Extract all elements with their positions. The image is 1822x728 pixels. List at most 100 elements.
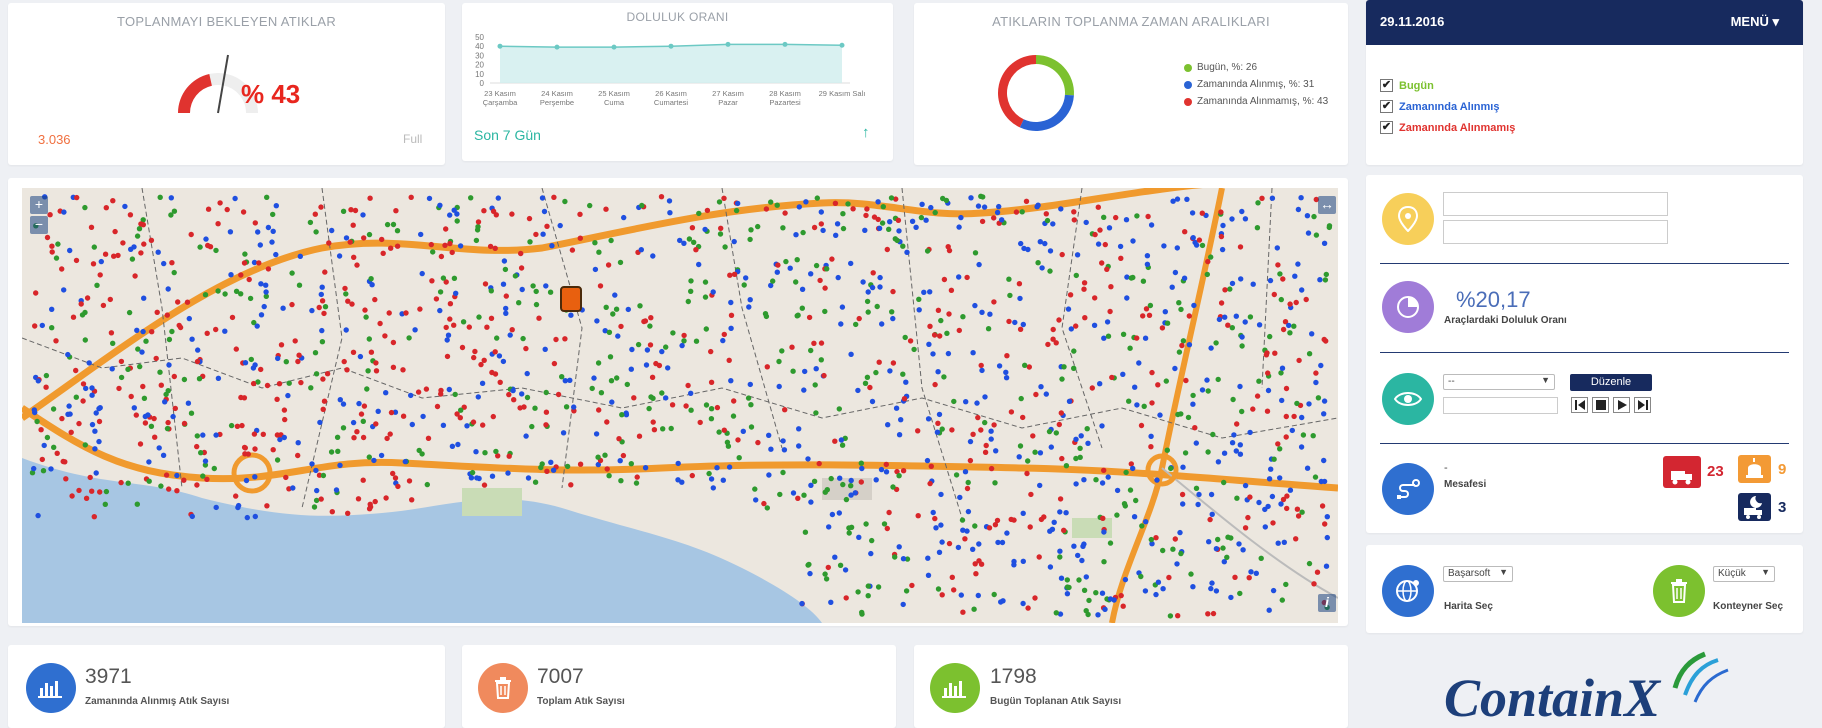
globe-icon (1382, 565, 1434, 617)
collection-time-title: ATIKLARIN TOPLANMA ZAMAN ARALIKLARI (992, 14, 1270, 29)
donut-slice (1036, 55, 1074, 96)
bar-chart-icon (930, 663, 980, 713)
x-tick-label: Cumartesi (654, 98, 689, 107)
arrow-up-icon[interactable]: ↑ (862, 124, 870, 141)
x-tick-label: Pazartesi (769, 98, 801, 107)
y-tick-label: 40 (475, 42, 484, 51)
address-input[interactable] (1443, 192, 1668, 216)
divider (1380, 352, 1789, 353)
x-tick-label: 27 Kasım (712, 89, 744, 98)
map-provider-select[interactable]: Başarsoft ▼ (1443, 566, 1513, 582)
container-select-label: Konteyner Seç (1713, 601, 1784, 612)
edit-button[interactable]: Düzenle (1570, 374, 1652, 391)
fill-point (554, 44, 560, 50)
x-tick-label: Perşembe (540, 98, 574, 107)
container-size-select[interactable]: Küçük ▼ (1713, 566, 1775, 582)
checkbox-icon[interactable]: ✔ (1380, 79, 1393, 92)
x-tick-label: Cuma (604, 98, 625, 107)
x-tick-label: 25 Kasım (598, 89, 630, 98)
location-pin-icon (1382, 193, 1434, 245)
distance-value: - (1444, 462, 1448, 474)
night-truck-icon (1738, 493, 1771, 521)
trash-icon (1653, 565, 1705, 617)
filter-today[interactable]: ✔ Bugün (1380, 79, 1434, 92)
collection-donut-chart (998, 55, 1074, 131)
stat-label: Toplam Atık Sayısı (537, 696, 625, 707)
fill-rate-title: DOLULUK ORANI (626, 10, 729, 24)
stat-number: 3971 (85, 665, 132, 688)
stat-card-total: 7007 Toplam Atık Sayısı (462, 645, 896, 728)
fill-rate-chart: 5040302010023 KasımÇarşamba 24 KasımPerşe… (475, 33, 866, 107)
play-icon[interactable] (1613, 397, 1630, 413)
alarm-count: 9 (1778, 461, 1787, 478)
y-tick-label: 30 (475, 51, 484, 60)
waiting-waste-card: TOPLANMAYI BEKLEYEN ATIKLAR % 43 3.036 F… (8, 3, 445, 165)
address-input-2[interactable] (1443, 220, 1668, 244)
collection-time-card: ATIKLARIN TOPLANMA ZAMAN ARALIKLARI Bugü… (914, 3, 1348, 165)
caret-down-icon: ▼ (1541, 375, 1550, 385)
skip-back-icon[interactable] (1571, 397, 1588, 413)
vehicle-marker-icon[interactable] (560, 286, 582, 312)
waiting-waste-title: TOPLANMAYI BEKLEYEN ATIKLAR (116, 14, 337, 29)
date-input[interactable] (1443, 397, 1558, 414)
caret-down-icon: ▼ (1761, 567, 1770, 577)
x-tick-label: 29 Kasım Salı (819, 89, 866, 98)
expand-map-button[interactable]: ↔ (1318, 196, 1336, 214)
x-tick-label: 28 Kasım (769, 89, 801, 98)
map-info-button[interactable]: i (1318, 594, 1336, 612)
y-tick-label: 0 (480, 79, 485, 88)
skip-forward-icon[interactable] (1634, 397, 1651, 413)
distance-label: Mesafesi (1444, 479, 1487, 490)
x-tick-label: Pazar (718, 98, 738, 107)
legend-item-late: Zamanında Alınmamış, %: 43 (1184, 96, 1328, 107)
filter-late[interactable]: ✔ Zamanında Alınmamış (1380, 121, 1515, 134)
vehicle-fill-value: %20,17 (1456, 287, 1531, 312)
fill-point (839, 42, 845, 48)
truck-alert-icon (1663, 456, 1701, 488)
stat-label: Zamanında Alınmış Atık Sayısı (85, 696, 230, 707)
checkbox-icon[interactable]: ✔ (1380, 121, 1393, 134)
filter-on-time[interactable]: ✔ Zamanında Alınmış (1380, 100, 1499, 113)
current-date: 29.11.2016 (1380, 14, 1445, 29)
menu-button[interactable]: MENÜ ▾ (1731, 14, 1779, 30)
divider (1380, 443, 1789, 444)
caret-down-icon: ▼ (1499, 567, 1508, 577)
stat-number: 7007 (537, 665, 584, 688)
fill-percent: % 43 (241, 79, 301, 109)
checkbox-icon[interactable]: ✔ (1380, 100, 1393, 113)
truck-count: 23 (1707, 463, 1724, 480)
fill-point (668, 43, 674, 49)
bar-chart-icon (26, 663, 76, 713)
alarm-icon (1738, 455, 1771, 483)
legend-item-today: Bugün, %: 26 (1184, 62, 1257, 73)
fill-point (497, 43, 503, 49)
waiting-count: 3.036 (38, 132, 71, 147)
stat-card-today: 1798 Bugün Toplanan Atık Sayısı (914, 645, 1348, 728)
route-icon (1382, 463, 1434, 515)
x-tick-label: 23 Kasım (484, 89, 516, 98)
zoom-in-button[interactable]: + (30, 196, 48, 214)
containx-logo: ContainX (1440, 640, 1740, 728)
divider (1380, 263, 1789, 264)
right-panel-controls: %20,17 Araçlardaki Doluluk Oranı -- ▼ Düz… (1366, 175, 1803, 533)
right-panel-selectors: Başarsoft ▼ Harita Seç Küçük ▼ Konteyner S… (1366, 545, 1803, 633)
map-panel: + − ↔ i (8, 178, 1348, 626)
fill-point (782, 41, 788, 47)
y-tick-label: 50 (475, 33, 484, 42)
stat-label: Bugün Toplanan Atık Sayısı (990, 696, 1122, 707)
fill-area (500, 44, 842, 83)
fill-point (725, 41, 731, 47)
stop-icon[interactable] (1592, 397, 1609, 413)
map-canvas[interactable]: + − ↔ i (22, 188, 1338, 623)
vehicle-fill-label: Araçlardaki Doluluk Oranı (1444, 315, 1567, 326)
y-tick-label: 20 (475, 61, 484, 70)
vehicle-select[interactable]: -- ▼ (1443, 374, 1555, 390)
night-count: 3 (1778, 499, 1787, 516)
zoom-out-button[interactable]: − (30, 216, 48, 234)
right-panel-top: 29.11.2016 MENÜ ▾ ✔ Bugün ✔ Zamanında Alın… (1366, 0, 1803, 165)
donut-slice (1019, 94, 1074, 131)
last-7-days-label: Son 7 Gün (474, 127, 541, 143)
stat-number: 1798 (990, 665, 1037, 688)
eye-icon (1382, 373, 1434, 425)
x-tick-label: 24 Kasım (541, 89, 573, 98)
